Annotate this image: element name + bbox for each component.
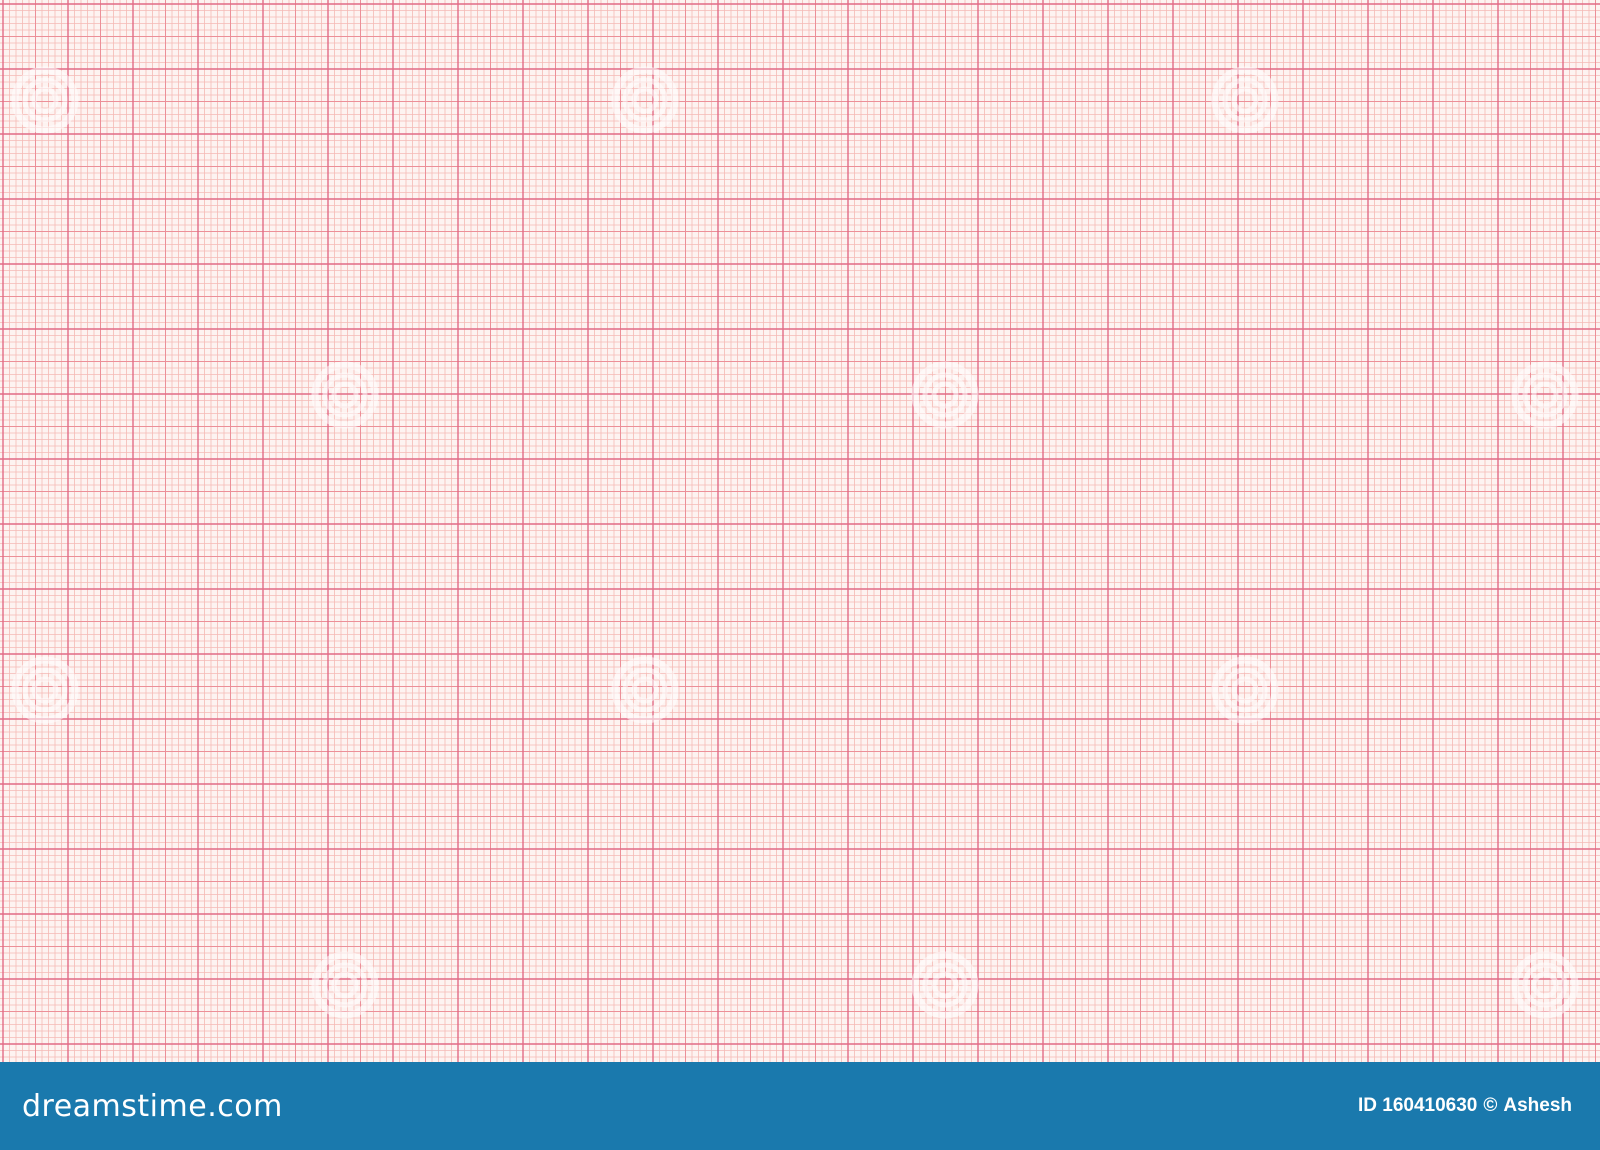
image-credit: ID 160410630 © Ashesh	[1358, 1095, 1572, 1117]
author-name[interactable]: Ashesh	[1503, 1095, 1572, 1117]
copyright-symbol: ©	[1483, 1095, 1498, 1116]
graph-grid	[0, 0, 1600, 1062]
graph-paper	[0, 0, 1600, 1062]
footer-bar: dreamstime.com ID 160410630 © Ashesh	[0, 1062, 1600, 1150]
stock-image: dreamstime.com ID 160410630 © Ashesh	[0, 0, 1600, 1150]
image-id: ID 160410630	[1357, 1095, 1478, 1116]
footer-logo[interactable]: dreamstime.com	[22, 1089, 283, 1124]
